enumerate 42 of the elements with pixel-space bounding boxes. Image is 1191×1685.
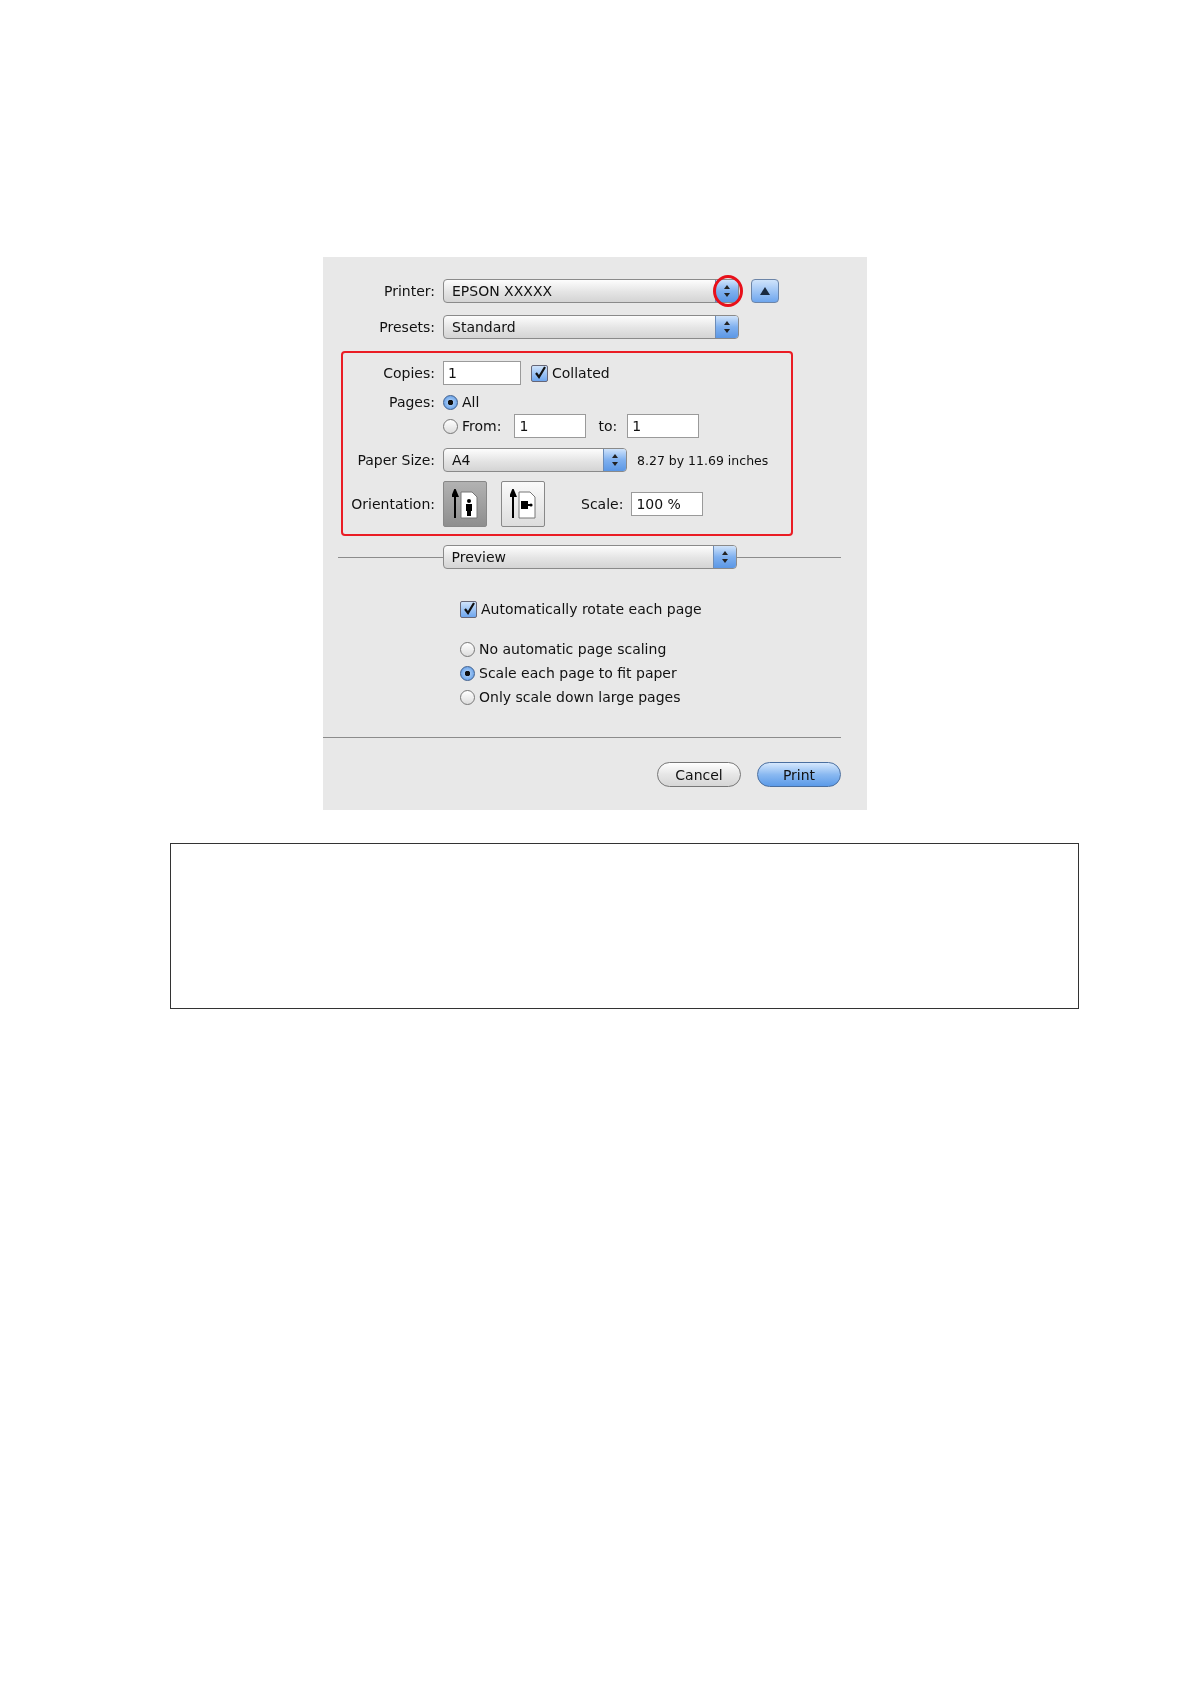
print-button[interactable]: Print bbox=[757, 762, 841, 787]
radio-button[interactable] bbox=[460, 689, 475, 705]
landscape-page-icon bbox=[510, 489, 536, 519]
updown-arrows-icon bbox=[723, 284, 731, 298]
disclosure-button[interactable] bbox=[751, 279, 779, 303]
paper-size-label: Paper Size: bbox=[356, 452, 436, 468]
from-field[interactable]: 1 bbox=[514, 414, 587, 438]
from-label: From: bbox=[462, 418, 502, 434]
scaling-option-label: Only scale down large pages bbox=[479, 689, 681, 705]
paper-dimensions: 8.27 by 11.69 inches bbox=[637, 452, 769, 468]
copies-label: Copies: bbox=[382, 365, 436, 381]
collated-label: Collated bbox=[552, 365, 610, 381]
presets-popup[interactable]: Standard bbox=[443, 315, 739, 339]
all-label: All bbox=[462, 394, 480, 410]
scale-label: Scale: bbox=[581, 496, 624, 512]
panel-popup[interactable]: Preview bbox=[442, 545, 737, 569]
up-triangle-icon bbox=[760, 287, 770, 295]
scaling-option-label: Scale each page to fit paper bbox=[479, 665, 677, 681]
auto-rotate-label: Automatically rotate each page bbox=[481, 601, 702, 617]
paper-size-popup[interactable]: A4 bbox=[443, 448, 627, 472]
portrait-page-icon bbox=[452, 489, 478, 519]
to-field[interactable]: 1 bbox=[627, 414, 700, 438]
scale-field[interactable]: 100 % bbox=[631, 492, 704, 516]
updown-arrows-icon bbox=[611, 453, 619, 467]
updown-arrows-icon bbox=[723, 320, 731, 334]
copies-field[interactable]: 1 bbox=[443, 361, 521, 385]
pages-label: Pages: bbox=[388, 394, 436, 410]
landscape-button[interactable] bbox=[501, 481, 545, 527]
auto-rotate-checkbox[interactable] bbox=[460, 600, 477, 618]
radio-button[interactable] bbox=[460, 641, 475, 657]
collated-checkbox[interactable] bbox=[531, 364, 548, 382]
orientation-label: Orientation: bbox=[350, 496, 436, 512]
radio-button[interactable] bbox=[443, 418, 458, 434]
printer-label: Printer: bbox=[382, 283, 436, 299]
scaling-option-label: No automatic page scaling bbox=[479, 641, 667, 657]
cancel-button[interactable]: Cancel bbox=[657, 762, 741, 787]
presets-label: Presets: bbox=[378, 319, 436, 335]
to-label: to: bbox=[598, 418, 618, 434]
portrait-button[interactable] bbox=[443, 481, 487, 527]
radio-button[interactable] bbox=[443, 394, 458, 410]
radio-button[interactable] bbox=[460, 665, 475, 681]
updown-arrows-icon bbox=[720, 550, 729, 564]
